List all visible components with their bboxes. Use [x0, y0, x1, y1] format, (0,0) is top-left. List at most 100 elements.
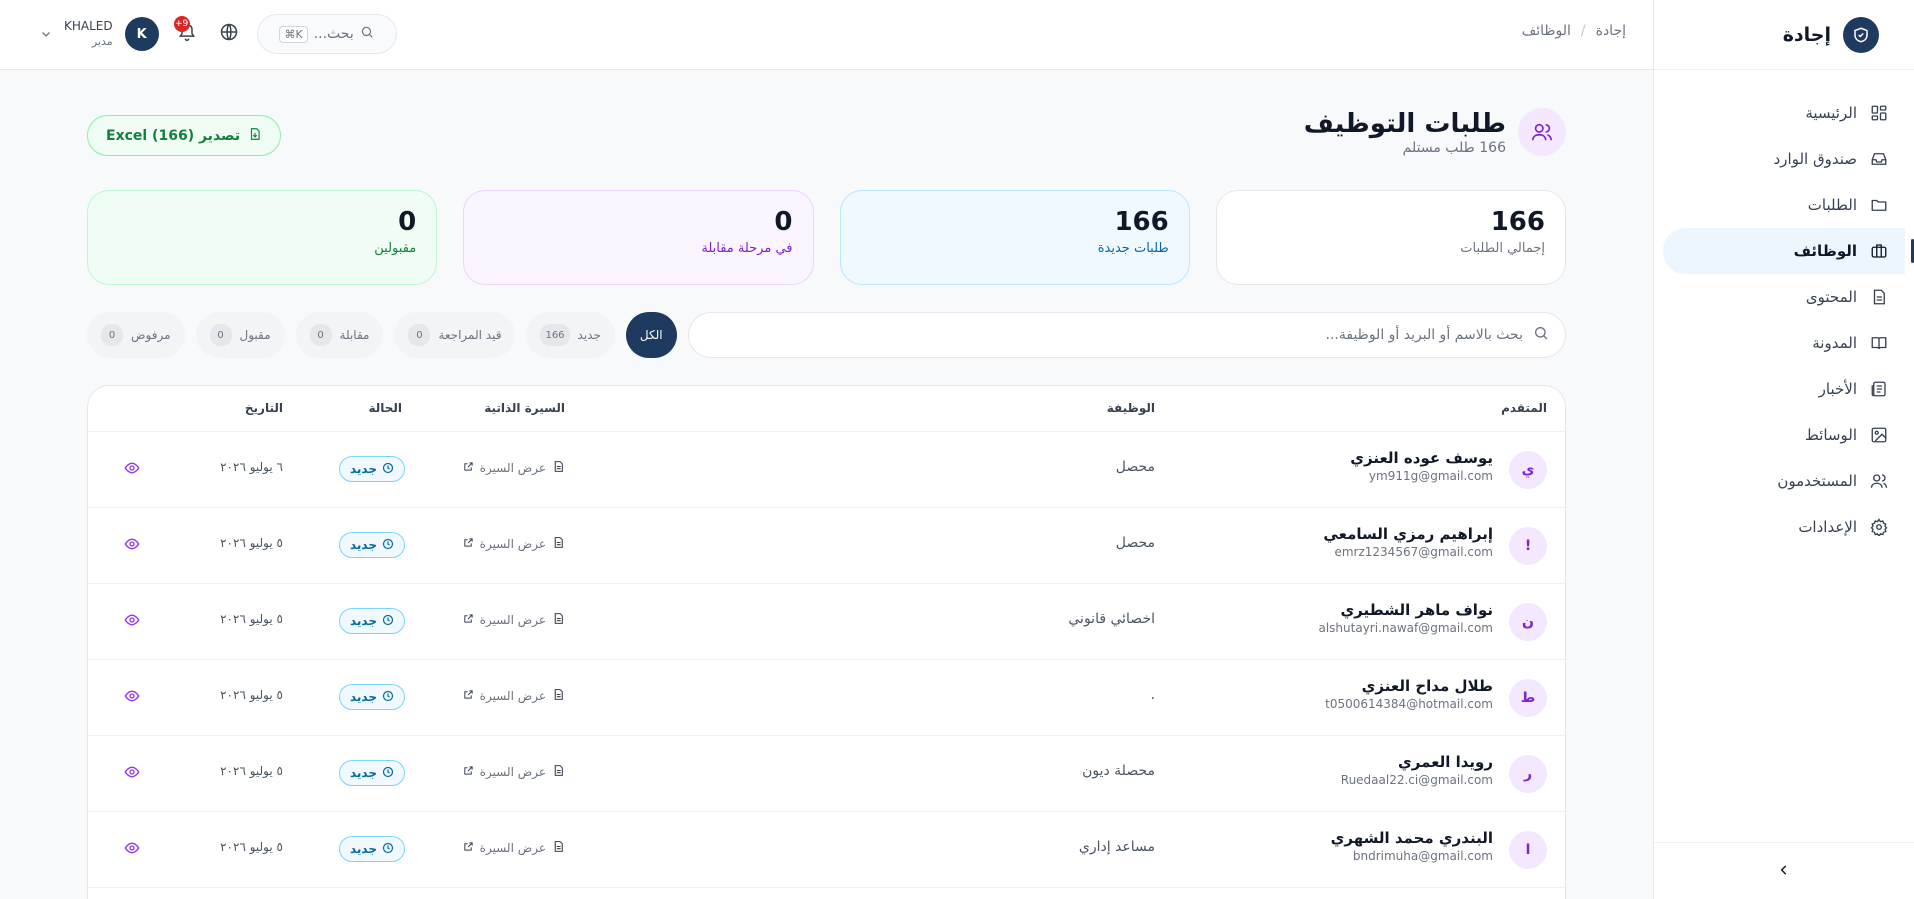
- user-name: KHALED: [64, 19, 113, 33]
- filter-tab-review[interactable]: قيد المراجعة 0: [394, 312, 516, 358]
- table-row[interactable]: ! إبراهيم رمزي السامعي emrz1234567@gmail…: [88, 508, 1565, 584]
- breadcrumb-item[interactable]: إجادة: [1596, 23, 1626, 39]
- applicant-name: طلال مداح العنزي: [1361, 677, 1493, 695]
- applicant-email: ym911g@gmail.com: [1368, 469, 1493, 483]
- export-label: تصدير (166) Excel: [106, 127, 241, 144]
- applicant-email: bndrimuha@gmail.com: [1352, 849, 1493, 863]
- sidebar-item-blog[interactable]: المدونة: [1663, 320, 1905, 366]
- sidebar-item-content[interactable]: المحتوى: [1663, 274, 1905, 320]
- document-icon: [552, 460, 565, 476]
- column-header-job[interactable]: الوظيفة: [1107, 401, 1155, 415]
- column-header-date[interactable]: التاريخ: [245, 401, 283, 415]
- chevron-left-icon: [1777, 862, 1791, 881]
- view-application-button[interactable]: [124, 612, 140, 632]
- filter-tab-label: مرفوض: [131, 328, 171, 342]
- application-date: ٥ يوليو ٢٠٢٦: [220, 840, 283, 854]
- status-badge[interactable]: جديد: [338, 760, 405, 786]
- view-application-button[interactable]: [124, 460, 140, 480]
- external-link-icon: [463, 689, 474, 703]
- table-row[interactable]: ن نواف ماهر الشطيري alshutayri.nawaf@gma…: [88, 584, 1565, 660]
- filter-tab-all[interactable]: الكل: [625, 312, 677, 358]
- file-export-icon: [248, 127, 262, 145]
- external-link-icon: [463, 537, 474, 551]
- shortcut-hint: ⌘K: [279, 25, 308, 43]
- stat-card-new: 166 طلبات جديدة: [839, 190, 1190, 285]
- table-row[interactable]: ا البندري محمد الشهري bndrimuha@gmail.co…: [88, 812, 1565, 888]
- view-cv-link[interactable]: عرض السيرة: [463, 764, 565, 780]
- filter-tab-rejected[interactable]: مرفوض 0: [87, 312, 185, 358]
- language-button[interactable]: [219, 22, 239, 46]
- stat-label: في مرحلة مقابلة: [701, 241, 793, 256]
- stat-label: إجمالي الطلبات: [1460, 241, 1545, 256]
- collapse-sidebar-button[interactable]: [1654, 842, 1914, 899]
- filter-tab-count: 0: [209, 324, 232, 346]
- table-row[interactable]: ي يوسف عوده العنزي ym911g@gmail.com محصل…: [88, 432, 1565, 508]
- search-icon: [1533, 325, 1549, 345]
- applicant-job: .: [1150, 687, 1155, 703]
- applications-search-input[interactable]: بحث بالاسم أو البريد أو الوظيفة...: [687, 312, 1566, 358]
- sidebar-item-users[interactable]: المستخدمون: [1663, 458, 1905, 504]
- stat-card-total: 166 إجمالي الطلبات: [1215, 190, 1566, 285]
- header-search[interactable]: بحث... ⌘K: [256, 14, 397, 54]
- filter-tab-interview[interactable]: مقابلة 0: [295, 312, 384, 358]
- sidebar-item-news[interactable]: الأخبار: [1663, 366, 1905, 412]
- applicant-info: إبراهيم رمزي السامعي emrz1234567@gmail.c…: [1323, 525, 1493, 559]
- view-cv-link[interactable]: عرض السيرة: [463, 536, 565, 552]
- view-cv-label: عرض السيرة: [479, 841, 546, 855]
- status-label: جديد: [349, 462, 377, 476]
- document-icon: [552, 688, 565, 704]
- folder-icon: [1869, 195, 1889, 215]
- stat-value: 166: [1114, 207, 1169, 237]
- status-badge[interactable]: جديد: [338, 836, 405, 862]
- sidebar-item-media[interactable]: الوسائط: [1663, 412, 1905, 458]
- view-application-button[interactable]: [124, 840, 140, 860]
- column-header-applicant[interactable]: المتقدم: [1501, 401, 1547, 415]
- breadcrumb-separator: /: [1580, 23, 1586, 39]
- sidebar-item-settings[interactable]: الإعدادات: [1663, 504, 1905, 550]
- view-cv-link[interactable]: عرض السيرة: [463, 460, 565, 476]
- document-icon: [552, 536, 565, 552]
- applicant-job: مساعد إداري: [1078, 839, 1155, 855]
- filter-tab-new[interactable]: جديد 166: [526, 312, 615, 358]
- sidebar: إجادة الرئيسية صندوق الوارد الطلبات الوظ…: [1653, 0, 1914, 899]
- status-badge[interactable]: جديد: [338, 684, 405, 710]
- status-badge[interactable]: جديد: [338, 456, 405, 482]
- sidebar-item-inbox[interactable]: صندوق الوارد: [1663, 136, 1905, 182]
- table-row[interactable]: ر رويدا العمري Ruedaal22.ci@gmail.com مح…: [88, 736, 1565, 812]
- sidebar-item-label: الوسائط: [1804, 426, 1857, 444]
- search-placeholder: بحث بالاسم أو البريد أو الوظيفة...: [1325, 327, 1523, 343]
- book-icon: [1869, 333, 1889, 353]
- document-icon: [552, 612, 565, 628]
- sidebar-item-label: الوظائف: [1793, 242, 1857, 260]
- clock-icon: [382, 690, 394, 705]
- column-header-status[interactable]: الحالة: [368, 401, 402, 415]
- status-badge[interactable]: جديد: [338, 608, 405, 634]
- export-excel-button[interactable]: تصدير (166) Excel: [87, 115, 282, 156]
- table-header: المتقدم الوظيفة السيرة الذاتية الحالة ال…: [88, 386, 1565, 432]
- column-header-cv[interactable]: السيرة الذاتية: [484, 401, 565, 415]
- sidebar-item-jobs[interactable]: الوظائف: [1663, 228, 1914, 274]
- view-cv-link[interactable]: عرض السيرة: [463, 688, 565, 704]
- view-application-button[interactable]: [124, 536, 140, 556]
- clock-icon: [382, 462, 394, 477]
- applicant-info: طلال مداح العنزي t0500614384@hotmail.com: [1325, 677, 1493, 711]
- table-row[interactable]: ط طلال مداح العنزي t0500614384@hotmail.c…: [88, 660, 1565, 736]
- applicant-avatar: ي: [1509, 451, 1547, 489]
- notifications-button[interactable]: +9: [173, 16, 201, 46]
- view-application-button[interactable]: [124, 688, 140, 708]
- filter-tab-accepted[interactable]: مقبول 0: [195, 312, 285, 358]
- applicant-avatar: ن: [1509, 603, 1547, 641]
- search-placeholder: بحث...: [313, 26, 354, 42]
- sidebar-item-home[interactable]: الرئيسية: [1663, 90, 1905, 136]
- sidebar-item-requests[interactable]: الطلبات: [1663, 182, 1905, 228]
- sidebar-item-label: الأخبار: [1818, 380, 1857, 398]
- gear-icon: [1869, 517, 1889, 537]
- status-badge[interactable]: جديد: [338, 532, 405, 558]
- user-menu[interactable]: KHALED مدير K: [40, 17, 159, 51]
- applicant-info: البندري محمد الشهري bndrimuha@gmail.com: [1331, 829, 1493, 863]
- filters-bar: بحث بالاسم أو البريد أو الوظيفة... الكل …: [87, 312, 1566, 358]
- view-cv-label: عرض السيرة: [479, 461, 546, 475]
- view-application-button[interactable]: [124, 764, 140, 784]
- view-cv-link[interactable]: عرض السيرة: [463, 840, 565, 856]
- view-cv-link[interactable]: عرض السيرة: [463, 612, 565, 628]
